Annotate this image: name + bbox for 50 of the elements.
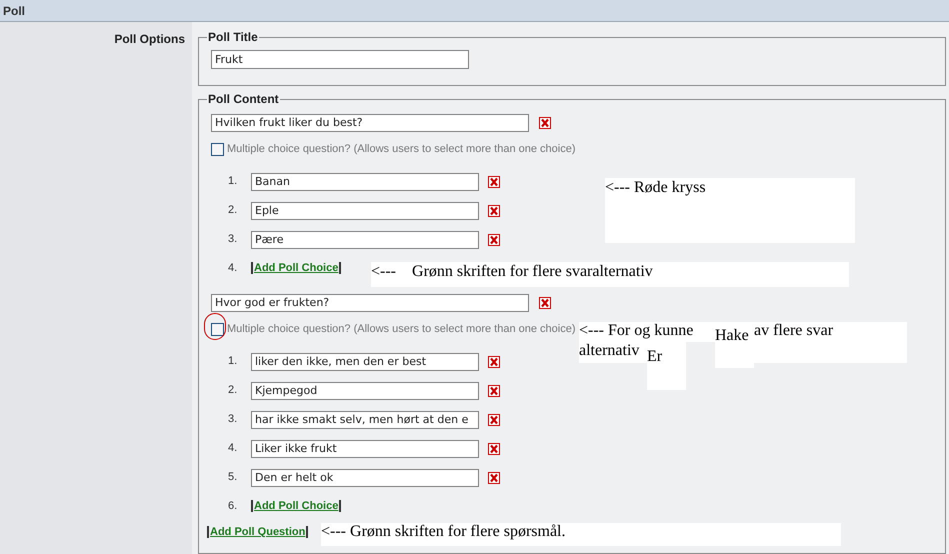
choice-number: 1. (228, 174, 238, 190)
poll-title-legend: Poll Title (207, 28, 259, 46)
choice-field[interactable]: Banan (251, 172, 479, 190)
delete-icon[interactable] (488, 176, 500, 188)
choice-number: 4. (228, 260, 238, 276)
choice-field[interactable]: Pære (251, 230, 479, 248)
annotation-note: <--- For og kunne (579, 322, 715, 342)
question-field[interactable]: Hvilken frukt liker du best? (211, 114, 529, 132)
checkbox[interactable] (211, 322, 224, 336)
annotation-note: <--- Grønn skriften for flere svaralternativ (371, 262, 849, 287)
choice-number: 3. (228, 232, 238, 248)
delete-icon[interactable] (488, 442, 500, 454)
choice-field[interactable]: har ikke smakt selv, men hørt at den e (251, 410, 479, 428)
choice-number: 1. (228, 354, 238, 370)
sidebar-label: Poll Options (114, 31, 185, 44)
delete-icon[interactable] (488, 234, 500, 246)
delete-icon[interactable] (539, 297, 551, 309)
delete-icon[interactable] (488, 384, 500, 396)
delete-icon[interactable] (488, 204, 500, 216)
add-question-link[interactable]: Add Poll Question (207, 526, 308, 538)
add-choice-link[interactable]: Add Poll Choice (251, 262, 342, 274)
annotation-note: Er (647, 342, 686, 390)
checkbox[interactable] (211, 142, 224, 156)
annotation-note: <--- Grønn skriften for flere spørsmål. (321, 523, 841, 546)
checkbox-label: Multiple choice question? (Allows users to select more than one choice) (227, 322, 576, 337)
question-field[interactable]: Hvor god er frukten? (211, 294, 529, 312)
choice-number: 2. (228, 203, 238, 218)
add-choice-link[interactable]: Add Poll Choice (251, 500, 342, 512)
annotation-note: alternativ (579, 342, 647, 363)
choice-number: 5. (228, 470, 238, 486)
choice-field[interactable]: Liker ikke frukt (251, 440, 479, 458)
delete-icon[interactable] (539, 117, 551, 129)
header-title: Poll (3, 2, 26, 20)
delete-icon[interactable] (488, 472, 500, 484)
choice-field[interactable]: liker den ikke, men den er best (251, 352, 479, 370)
choice-number: 6. (228, 498, 238, 514)
delete-icon[interactable] (488, 414, 500, 426)
poll-content-legend: Poll Content (207, 90, 280, 108)
delete-icon[interactable] (488, 356, 500, 368)
choice-field[interactable]: Eple (251, 202, 479, 220)
choice-number: 4. (228, 441, 238, 456)
annotation-note: <--- Røde kryss (605, 178, 855, 243)
choice-field[interactable]: Den er helt ok (251, 468, 479, 486)
annotation-note: Hake (715, 322, 754, 368)
annotation-note: av flere svar (754, 322, 907, 363)
title-field[interactable]: Frukt (211, 50, 469, 69)
choice-number: 3. (228, 412, 238, 428)
checkbox-label: Multiple choice question? (Allows users to select more than one choice) (227, 142, 576, 157)
choice-field[interactable]: Kjempegod (251, 382, 479, 400)
choice-number: 2. (228, 383, 238, 398)
